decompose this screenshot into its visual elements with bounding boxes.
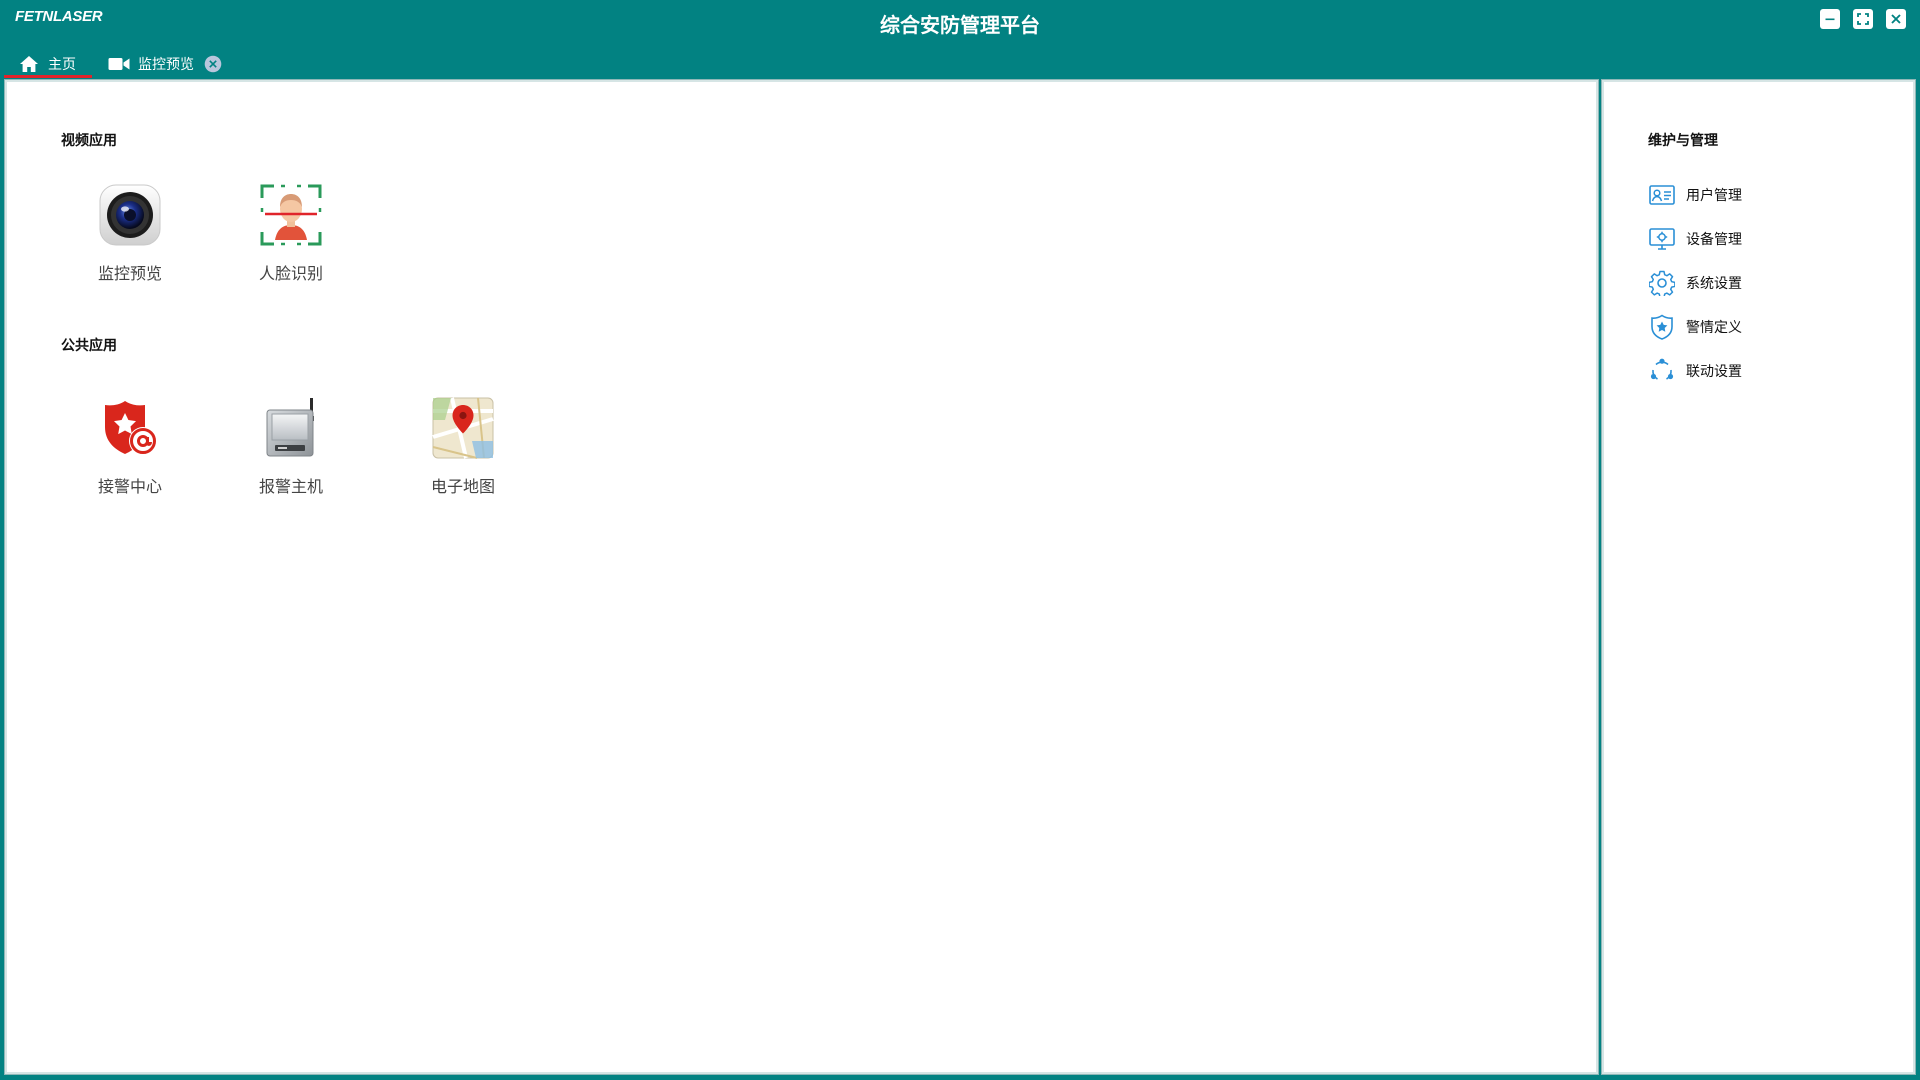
gear-icon: [1649, 270, 1675, 296]
window-title: 综合安防管理平台: [880, 13, 1040, 37]
tab-close-button[interactable]: [204, 55, 222, 73]
maintenance-panel: 维护与管理 用户管理 设备管理 系统设置 警情定义 联动设置: [1601, 79, 1916, 1075]
app-tile-alarm-center[interactable]: 接警中心: [80, 395, 180, 497]
tab-video-preview-label: 监控预览: [138, 57, 194, 73]
close-window-button[interactable]: [1886, 9, 1906, 29]
maximize-icon: [1857, 13, 1869, 25]
app-label: 电子地图: [430, 477, 495, 496]
shield-star-icon: [1651, 314, 1673, 340]
camera-lens-icon: [99, 184, 161, 246]
sidebar-item-system-settings[interactable]: 系统设置: [1648, 269, 1848, 297]
face-scan-icon: [260, 184, 322, 246]
sidebar-item-label: 设备管理: [1686, 232, 1742, 248]
close-circle-icon: [204, 55, 222, 73]
user-card-icon: [1649, 185, 1675, 205]
sidebar-item-alarm-definition[interactable]: 警情定义: [1648, 313, 1848, 341]
app-tile-electronic-map[interactable]: 电子地图: [413, 395, 513, 497]
section-title-maintenance: 维护与管理: [1648, 133, 1718, 149]
app-label: 监控预览: [97, 264, 162, 283]
police-shield-icon: [105, 401, 157, 455]
map-pin-icon: [432, 397, 494, 459]
sidebar-item-user-management[interactable]: 用户管理: [1648, 181, 1848, 209]
tab-home-label: 主页: [48, 57, 76, 73]
app-label: 人脸识别: [258, 264, 323, 283]
app-label: 报警主机: [258, 477, 323, 496]
sidebar-item-linkage-settings[interactable]: 联动设置: [1648, 357, 1848, 385]
app-tile-face-recognition[interactable]: 人脸识别: [241, 182, 341, 284]
app-tile-monitor-preview[interactable]: 监控预览: [80, 182, 180, 284]
app-tile-alarm-host[interactable]: 报警主机: [241, 395, 341, 497]
title-bar: FETNLASER 综合安防管理平台: [0, 0, 1920, 52]
minimize-icon: [1825, 18, 1835, 21]
home-icon: [20, 56, 38, 72]
sidebar-item-device-management[interactable]: 设备管理: [1648, 225, 1848, 253]
tab-home[interactable]: 主页: [4, 50, 92, 78]
section-title-video-apps: 视频应用: [61, 133, 117, 149]
alarm-host-icon: [266, 398, 314, 457]
sidebar-item-label: 用户管理: [1686, 188, 1742, 204]
main-content-panel: 视频应用 监控预览 人脸识别 公共应用 接警中心 报警主机 电子地图: [4, 79, 1599, 1075]
app-label: 接警中心: [97, 477, 162, 496]
tab-video-preview[interactable]: 监控预览: [106, 50, 222, 78]
video-camera-icon: [108, 58, 130, 70]
close-icon: [1891, 14, 1901, 24]
maximize-button[interactable]: [1853, 9, 1873, 29]
linkage-cycle-icon: [1650, 358, 1674, 380]
minimize-button[interactable]: [1820, 9, 1840, 29]
device-monitor-icon: [1649, 228, 1675, 250]
window-controls: [1820, 9, 1906, 29]
section-title-public-apps: 公共应用: [61, 338, 117, 354]
tab-bar: 主页 监控预览: [0, 50, 1920, 78]
sidebar-item-label: 系统设置: [1686, 276, 1742, 292]
brand-logo: FETNLASER: [15, 8, 103, 25]
sidebar-item-label: 联动设置: [1686, 364, 1742, 380]
sidebar-item-label: 警情定义: [1686, 320, 1742, 336]
